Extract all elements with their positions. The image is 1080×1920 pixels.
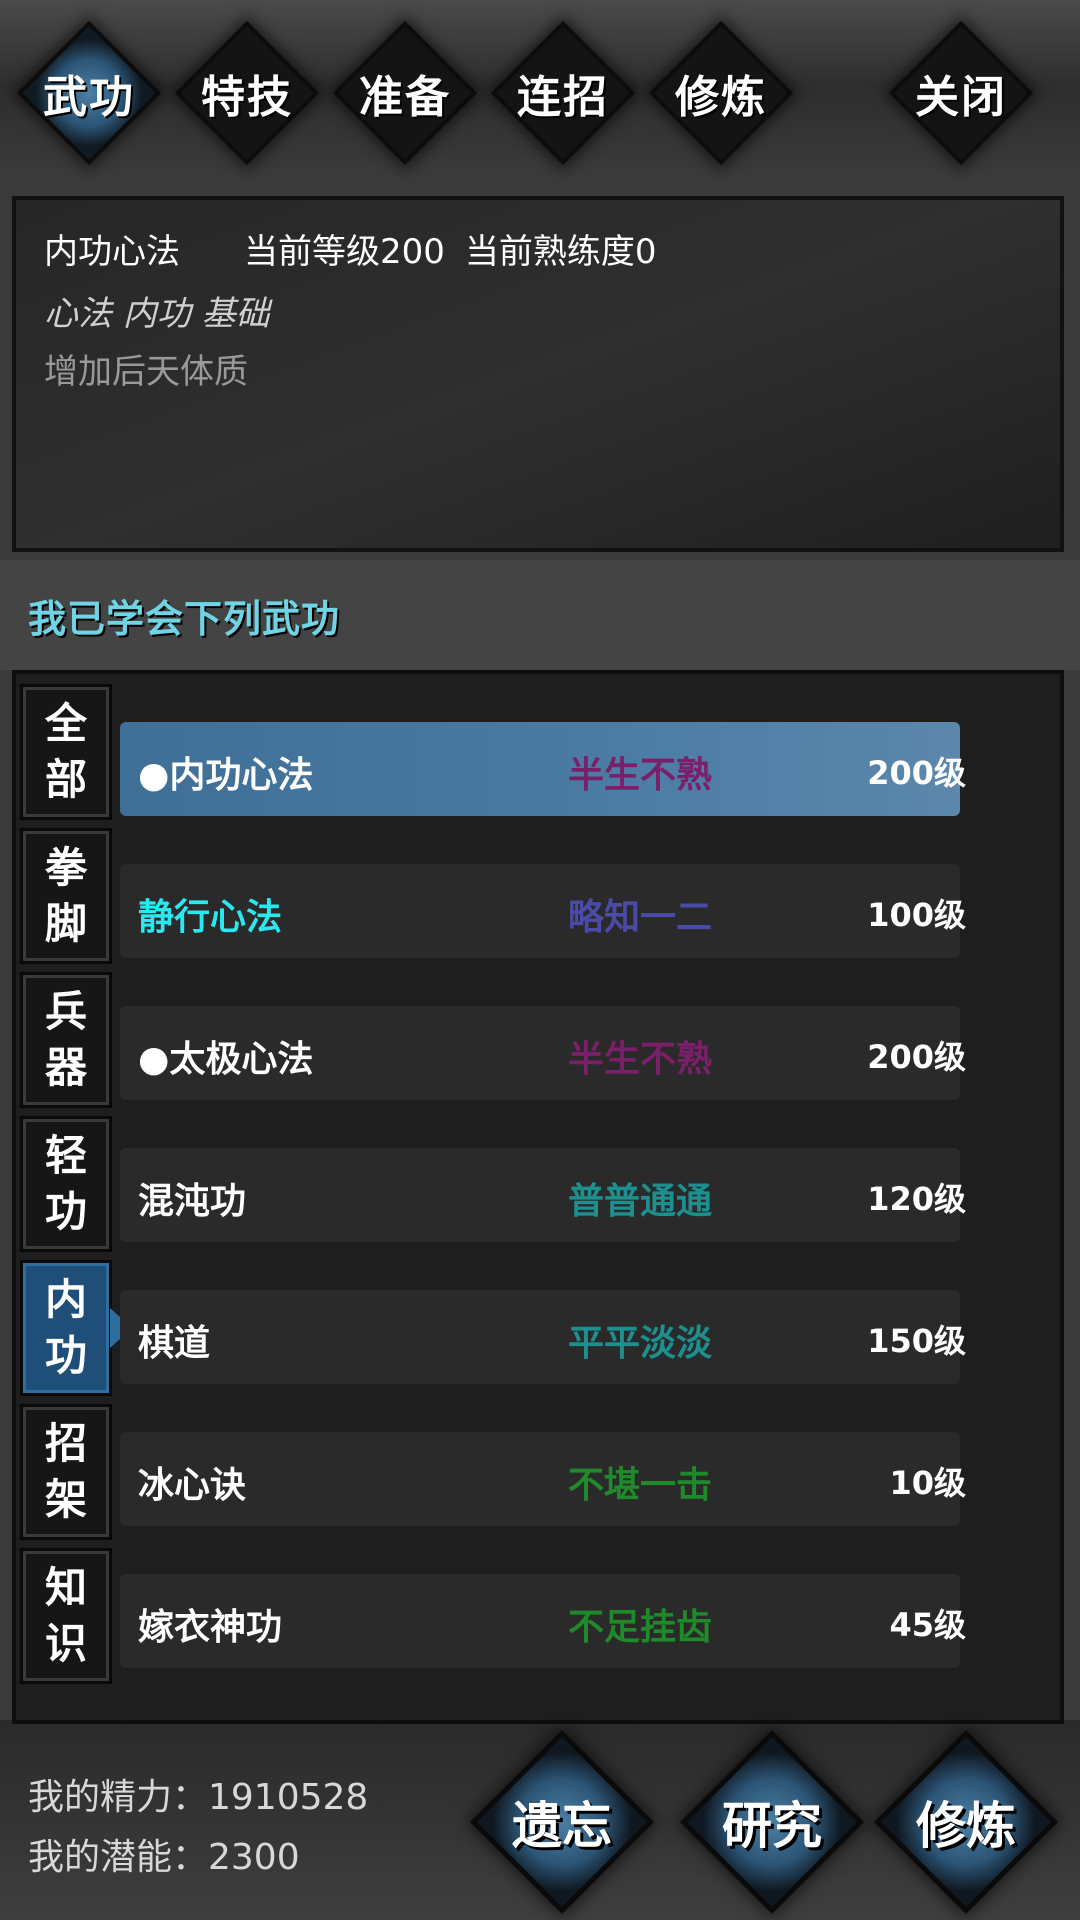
- category-label: 轻功: [23, 1119, 109, 1249]
- research-button[interactable]: 研究: [682, 1732, 862, 1912]
- skill-info-level: 当前等级200: [244, 232, 445, 272]
- category-char: 脚: [44, 899, 87, 948]
- category-char: 部: [44, 755, 87, 804]
- category-label: 内功: [23, 1263, 109, 1393]
- skill-proficiency: 不堪一击: [567, 1465, 712, 1506]
- category-parry[interactable]: 招架: [20, 1404, 112, 1540]
- category-char: 内: [44, 1275, 87, 1324]
- skill-proficiency: 不足挂齿: [567, 1607, 712, 1648]
- category-lightness[interactable]: 轻功: [20, 1116, 112, 1252]
- skill-name: 棋道: [138, 1323, 211, 1364]
- skill-proficiency: 半生不熟: [567, 755, 712, 796]
- category-label: 全部: [23, 687, 109, 817]
- category-char: 器: [44, 1043, 87, 1092]
- category-weapons[interactable]: 兵器: [20, 972, 112, 1108]
- skill-name: ●内功心法: [138, 755, 314, 796]
- skill-row[interactable]: ●太极心法 半生不熟 200级: [120, 1006, 966, 1100]
- skill-row[interactable]: 冰心诀 不堪一击 10级: [120, 1432, 966, 1526]
- skill-name: 冰心诀: [138, 1465, 247, 1506]
- tab-martial-arts[interactable]: 武功: [22, 26, 156, 160]
- button-label: 研究: [722, 1797, 822, 1855]
- category-knowledge[interactable]: 知识: [20, 1548, 112, 1684]
- potential-stat: 我的潜能：2300: [28, 1837, 300, 1878]
- skill-level: 10级: [889, 1464, 966, 1502]
- category-char: 全: [44, 699, 87, 748]
- energy-stat: 我的精力：1910528: [28, 1777, 369, 1818]
- category-char: 兵: [44, 987, 87, 1036]
- category-label: 兵器: [23, 975, 109, 1105]
- skill-proficiency: 普普通通: [567, 1181, 712, 1222]
- category-label: 知识: [23, 1551, 109, 1681]
- skill-row[interactable]: 嫁衣神功 不足挂齿 45级: [120, 1574, 966, 1668]
- cultivate-button[interactable]: 修炼: [876, 1732, 1056, 1912]
- tab-label: 修炼: [675, 72, 767, 123]
- skill-info-tags: 心法 内功 基础: [44, 294, 270, 334]
- category-all[interactable]: 全部: [20, 684, 112, 820]
- skill-name: 混沌功: [138, 1181, 247, 1222]
- button-label: 遗忘: [512, 1797, 612, 1855]
- skill-name: ●太极心法: [138, 1039, 314, 1080]
- skill-name: 嫁衣神功: [138, 1607, 283, 1648]
- tab-label: 准备: [359, 72, 451, 123]
- skill-proficiency: 略知一二: [567, 897, 712, 938]
- tab-cultivate[interactable]: 修炼: [654, 26, 788, 160]
- skill-row[interactable]: ●内功心法 半生不熟 200级: [120, 722, 966, 816]
- category-label: 招架: [23, 1407, 109, 1537]
- tab-label: 关闭: [915, 72, 1007, 123]
- category-char: 识: [44, 1619, 87, 1668]
- tab-label: 连招: [517, 72, 609, 123]
- skill-row[interactable]: 混沌功 普普通通 120级: [120, 1148, 966, 1242]
- skill-level: 45级: [889, 1606, 966, 1644]
- close-button[interactable]: 关闭: [894, 26, 1028, 160]
- tab-prepare[interactable]: 准备: [338, 26, 472, 160]
- tab-label: 特技: [201, 72, 293, 123]
- skill-proficiency: 平平淡淡: [567, 1323, 712, 1364]
- skill-proficiency: 半生不熟: [567, 1039, 712, 1080]
- skill-row[interactable]: 静行心法 略知一二 100级: [120, 864, 966, 958]
- skill-level: 100级: [867, 896, 966, 934]
- button-label: 修炼: [916, 1797, 1016, 1855]
- category-char: 拳: [44, 843, 87, 892]
- skill-info-name: 内功心法: [44, 232, 180, 272]
- skill-name: 静行心法: [138, 897, 283, 938]
- category-char: 轻: [44, 1131, 87, 1180]
- category-char: 架: [44, 1475, 87, 1524]
- skill-level: 120级: [867, 1180, 966, 1218]
- skill-level: 150级: [867, 1322, 966, 1360]
- category-char: 招: [44, 1419, 87, 1468]
- tab-special-skills[interactable]: 特技: [180, 26, 314, 160]
- skill-info-header: 内功心法 当前等级200 当前熟练度0: [44, 224, 721, 273]
- skill-info-panel: 内功心法 当前等级200 当前熟练度0 心法 内功 基础 增加后天体质: [12, 196, 1064, 552]
- category-fist-foot[interactable]: 拳脚: [20, 828, 112, 964]
- learned-skills-title: 我已学会下列武功: [28, 597, 341, 641]
- tab-label: 武功: [43, 72, 135, 123]
- skill-info-proficiency: 当前熟练度0: [464, 232, 657, 272]
- tab-combo[interactable]: 连招: [496, 26, 630, 160]
- category-char: 功: [44, 1331, 87, 1380]
- skill-level: 200级: [867, 1038, 966, 1076]
- skill-level: 200级: [867, 754, 966, 792]
- category-internal[interactable]: 内功: [20, 1260, 112, 1396]
- skill-info-description: 增加后天体质: [44, 352, 248, 392]
- category-char: 知: [44, 1563, 87, 1612]
- skill-list-panel: 全部 拳脚 兵器 轻功 内功 招架 知识 ●内功心法 半生不熟 200级 静行心…: [12, 670, 1064, 1724]
- category-label: 拳脚: [23, 831, 109, 961]
- category-char: 功: [44, 1187, 87, 1236]
- skill-row[interactable]: 棋道 平平淡淡 150级: [120, 1290, 966, 1384]
- forget-button[interactable]: 遗忘: [472, 1732, 652, 1912]
